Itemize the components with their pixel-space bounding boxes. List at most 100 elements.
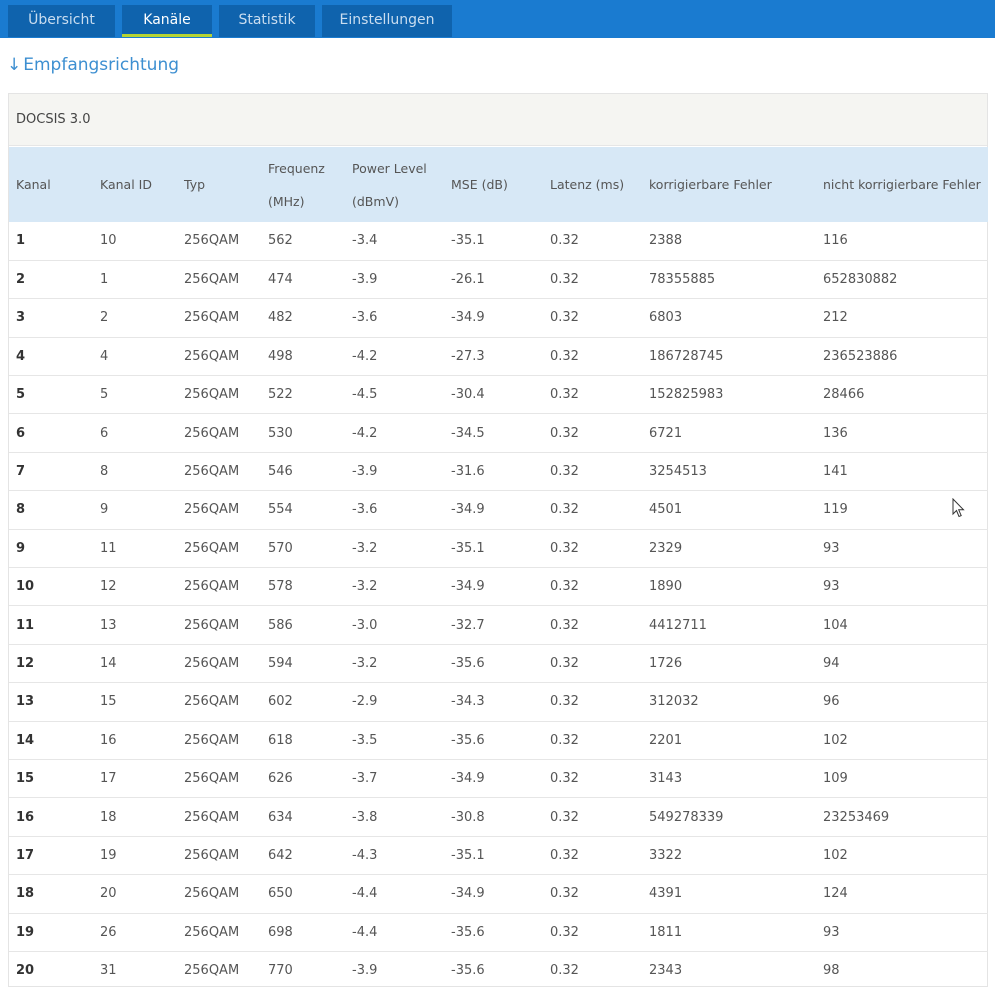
table-cell: 0.32 <box>550 502 579 518</box>
table-cell: 19 <box>100 847 117 863</box>
table-cell: 10 <box>16 579 35 595</box>
table-cell: 2201 <box>649 732 683 748</box>
table-row: 10 12 256QAM 578 -3.2 -34.9 0.32 1890 93 <box>9 568 988 606</box>
table-cell: 11 <box>100 540 117 556</box>
table-cell: 256QAM <box>184 732 240 748</box>
table-cell: 256QAM <box>184 233 240 249</box>
table-cell: 20 <box>100 886 117 902</box>
table-cell: 20 <box>16 963 35 979</box>
table-cell: 546 <box>268 464 293 480</box>
table-row: 11 13 256QAM 586 -3.0 -32.7 0.32 4412711 104 <box>9 606 988 645</box>
table-row: 16 18 256QAM 634 -3.8 -30.8 0.32 549278339 23253… <box>9 798 988 837</box>
table-cell: 2 <box>16 272 26 288</box>
table-cell: 4 <box>100 348 109 364</box>
table-cell: 256QAM <box>184 963 240 979</box>
table-cell: 650 <box>268 886 293 902</box>
column-header: Latenz (ms) <box>543 147 642 222</box>
table-cell: 474 <box>268 272 293 288</box>
table-cell: -35.1 <box>451 233 485 249</box>
column-header: MSE (dB) <box>444 147 543 222</box>
table-cell: -30.8 <box>451 809 485 825</box>
table-cell: 4391 <box>649 886 683 902</box>
section-toggle-empfangsrichtung[interactable]: ↓ Empfangsrichtung <box>7 55 179 75</box>
table-cell: 256QAM <box>184 502 240 518</box>
table-cell: 93 <box>823 924 840 940</box>
column-header: korrigierbare Fehler <box>642 147 816 222</box>
table-cell: 136 <box>823 425 848 441</box>
table-cell: 642 <box>268 847 293 863</box>
table-cell: 256QAM <box>184 771 240 787</box>
table-cell: 770 <box>268 963 293 979</box>
table-cell: 0.32 <box>550 655 579 671</box>
table-cell: -3.2 <box>352 579 378 595</box>
table-cell: 96 <box>823 694 840 710</box>
table-cell: 186728745 <box>649 348 724 364</box>
table-cell: -34.3 <box>451 694 485 710</box>
table-cell: -3.8 <box>352 809 378 825</box>
table-cell: 312032 <box>649 694 699 710</box>
table-header-row: Kanal Kanal ID Typ Frequenz (MHz) Power Level… <box>9 147 988 222</box>
table-cell: 3254513 <box>649 464 707 480</box>
table-cell: 109 <box>823 771 848 787</box>
table-cell: 626 <box>268 771 293 787</box>
table-cell: 124 <box>823 886 848 902</box>
table-cell: -4.4 <box>352 924 378 940</box>
table-row: 19 26 256QAM 698 -4.4 -35.6 0.32 1811 93 <box>9 913 988 952</box>
table-cell: 0.32 <box>550 694 579 710</box>
table-cell: 116 <box>823 233 848 249</box>
table-cell: -2.9 <box>352 694 378 710</box>
column-header-label: Latenz (ms) <box>550 177 625 192</box>
table-cell: 9 <box>100 502 109 518</box>
column-header: Frequenz (MHz) <box>261 147 345 222</box>
table-cell: 102 <box>823 732 848 748</box>
table-cell: -34.9 <box>451 310 485 326</box>
table-cell: 31 <box>100 963 117 979</box>
tab-label: Einstellungen <box>339 12 435 28</box>
table-row: 2 1 256QAM 474 -3.9 -26.1 0.32 78355885 65283088… <box>9 260 988 299</box>
table-cell: 1 <box>16 233 26 249</box>
table-cell: -4.3 <box>352 847 378 863</box>
column-header-label: korrigierbare Fehler <box>649 177 772 192</box>
tab-einstellungen[interactable]: Einstellungen <box>322 5 452 37</box>
table-cell: -30.4 <box>451 387 485 403</box>
table-cell: 570 <box>268 540 293 556</box>
table-cell: 16 <box>100 732 117 748</box>
table-cell: -35.6 <box>451 924 485 940</box>
tab-uebersicht[interactable]: Übersicht <box>8 5 115 37</box>
table-cell: 8 <box>100 464 109 480</box>
table-row: 5 5 256QAM 522 -4.5 -30.4 0.32 152825983 28466 <box>9 376 988 414</box>
tab-statistik[interactable]: Statistik <box>219 5 315 37</box>
table-cell: 17 <box>16 847 35 863</box>
table-cell: -3.6 <box>352 310 378 326</box>
table-cell: 6 <box>100 425 109 441</box>
table-cell: 530 <box>268 425 293 441</box>
table-cell: 9 <box>16 540 26 556</box>
table-cell: 594 <box>268 655 293 671</box>
table-row: 17 19 256QAM 642 -4.3 -35.1 0.32 3322 102 <box>9 836 988 875</box>
table-cell: 256QAM <box>184 387 240 403</box>
table-cell: 256QAM <box>184 924 240 940</box>
table-cell: -27.3 <box>451 348 485 364</box>
table-cell: -34.5 <box>451 425 485 441</box>
table-cell: 652830882 <box>823 272 898 288</box>
table-cell: 98 <box>823 963 840 979</box>
table-cell: 94 <box>823 655 840 671</box>
table-cell: -34.9 <box>451 579 485 595</box>
column-header: Typ <box>177 147 261 222</box>
table-cell: 15 <box>16 771 35 787</box>
table-row: 3 2 256QAM 482 -3.6 -34.9 0.32 6803 212 <box>9 299 988 338</box>
table-cell: 14 <box>100 655 117 671</box>
tab-kanaele[interactable]: Kanäle <box>122 5 212 37</box>
table-cell: 2 <box>100 310 109 326</box>
table-cell: 4412711 <box>649 617 707 633</box>
table-cell: 12 <box>100 579 117 595</box>
panel-title: DOCSIS 3.0 <box>9 94 987 146</box>
table-cell: 256QAM <box>184 425 240 441</box>
table-cell: -3.2 <box>352 540 378 556</box>
table-row: 15 17 256QAM 626 -3.7 -34.9 0.32 3143 109 <box>9 759 988 798</box>
table-cell: 23253469 <box>823 809 890 825</box>
table-cell: -4.4 <box>352 886 378 902</box>
table-row: 6 6 256QAM 530 -4.2 -34.5 0.32 6721 136 <box>9 414 988 453</box>
table-cell: 0.32 <box>550 425 579 441</box>
table-cell: 13 <box>100 617 117 633</box>
